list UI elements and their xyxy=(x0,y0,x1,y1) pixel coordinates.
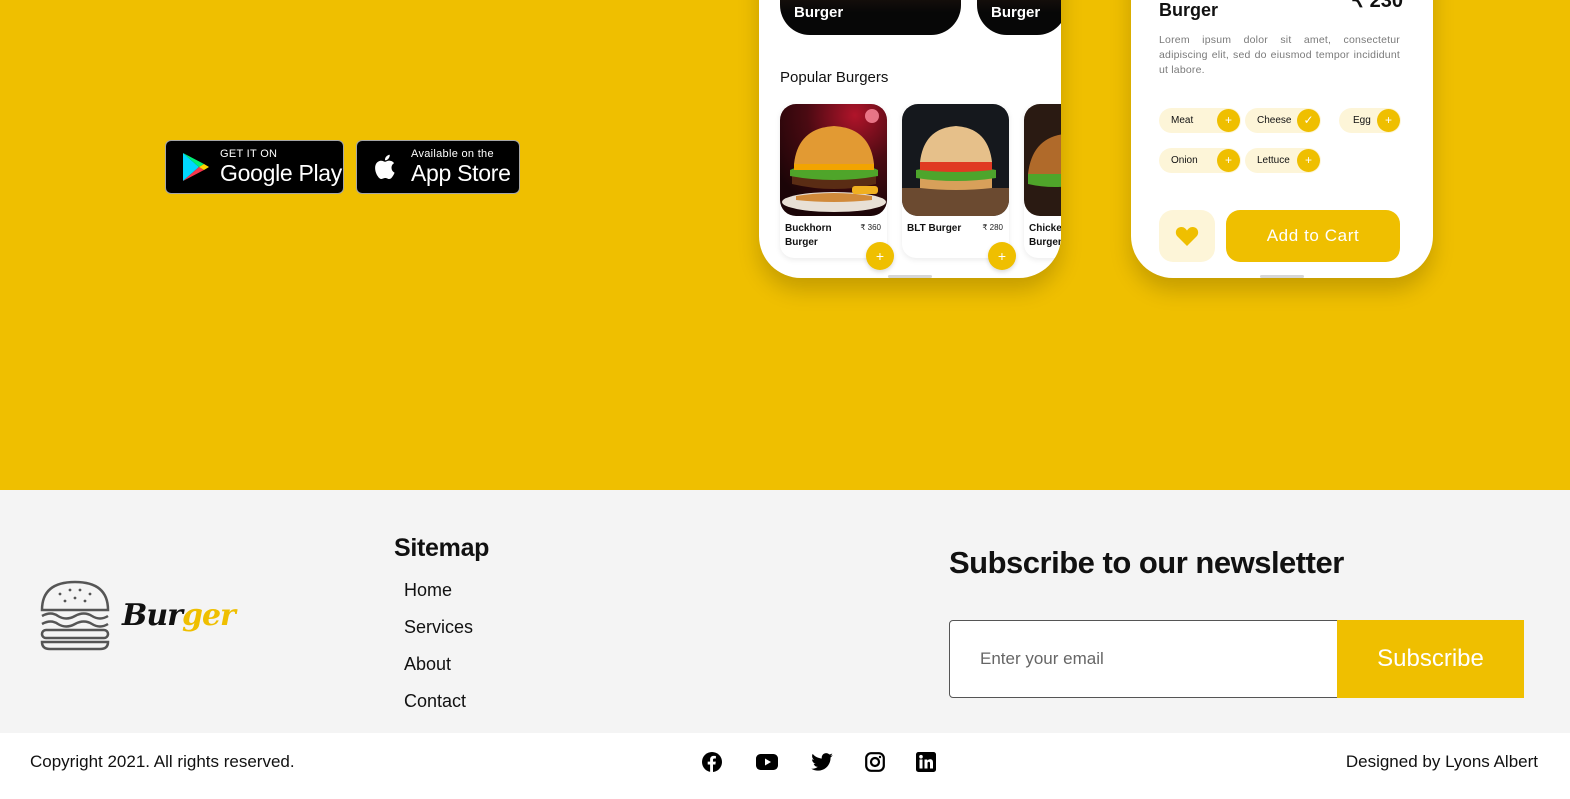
instagram-icon[interactable] xyxy=(863,750,887,774)
twitter-icon[interactable] xyxy=(810,750,834,774)
heart-icon xyxy=(1175,226,1199,246)
ingredient-chip-cheese[interactable]: Cheese ✓ xyxy=(1245,108,1321,133)
burger-photo xyxy=(1024,104,1061,216)
favorite-button[interactable] xyxy=(1159,210,1215,262)
add-ingredient-button[interactable]: + xyxy=(1217,109,1240,132)
product-title: Burger xyxy=(1159,0,1219,20)
designer-credit: Designed by Lyons Albert xyxy=(1345,752,1538,771)
facebook-icon[interactable] xyxy=(700,750,724,774)
ingredient-label: Lettuce xyxy=(1257,155,1290,166)
burger-icon xyxy=(40,580,110,651)
add-ingredient-button[interactable]: + xyxy=(1217,149,1240,172)
email-field[interactable] xyxy=(949,620,1338,698)
food-name: Chicken Burger xyxy=(1029,223,1061,248)
apple-badge-big-text: App Store xyxy=(411,160,511,186)
category-card[interactable]: Burger xyxy=(977,0,1061,35)
apple-badge-small-text: Available on the xyxy=(411,148,494,160)
ingredient-chip-meat[interactable]: Meat + xyxy=(1159,108,1241,133)
add-ingredient-button[interactable]: + xyxy=(1377,109,1400,132)
sitemap-link-home[interactable]: Home xyxy=(404,580,452,601)
youtube-icon[interactable] xyxy=(755,750,779,774)
burger-photo xyxy=(780,104,887,216)
food-price: ₹ 360 xyxy=(860,223,881,232)
brand-logo[interactable]: Burger xyxy=(38,578,236,652)
google-play-badge[interactable]: GET IT ON Google Play xyxy=(165,140,344,194)
burger-photo xyxy=(902,104,1009,216)
sitemap-link-services[interactable]: Services xyxy=(404,617,473,638)
food-card[interactable]: BLT Burger ₹ 280 + xyxy=(902,104,1016,270)
add-item-button[interactable]: + xyxy=(866,242,894,270)
brand-word-black: Bur xyxy=(122,597,183,633)
food-card[interactable]: Buckhorn Burger ₹ 360 + xyxy=(780,104,894,270)
footer: Burger Sitemap Home Services About Conta… xyxy=(0,490,1570,733)
ingredient-label: Onion xyxy=(1171,155,1198,166)
category-card[interactable]: Burger xyxy=(780,0,961,35)
popular-burgers-heading: Popular Burgers xyxy=(780,69,889,86)
ingredient-chip-egg[interactable]: Egg + xyxy=(1339,108,1401,133)
ingredient-label: Cheese xyxy=(1257,115,1292,126)
ingredient-chip-onion[interactable]: Onion + xyxy=(1159,148,1241,173)
sitemap-link-about[interactable]: About xyxy=(404,654,451,675)
phone-home-indicator xyxy=(1260,275,1304,278)
copyright-text: Copyright 2021. All rights reserved. xyxy=(30,752,295,771)
product-description: Lorem ipsum dolor sit amet, consectetur … xyxy=(1159,34,1400,76)
apple-icon xyxy=(375,154,395,180)
subscribe-button[interactable]: Subscribe xyxy=(1337,620,1524,698)
app-promo-section: GET IT ON Google Play Available on the A… xyxy=(0,0,1570,490)
add-to-cart-button[interactable]: Add to Cart xyxy=(1226,210,1400,262)
food-name: Buckhorn Burger xyxy=(785,223,832,248)
brand-wordmark: Burger xyxy=(122,597,236,633)
category-label: Burger xyxy=(794,4,844,21)
phone-mockup-detail: Burger ₹ 230 Lorem ipsum dolor sit amet,… xyxy=(1131,0,1433,278)
sitemap-link-contact[interactable]: Contact xyxy=(404,691,466,712)
phone-mockup-menu: Burger Burger Popular Burgers Buckhorn B… xyxy=(759,0,1061,278)
bottom-bar: Copyright 2021. All rights reserved. Des… xyxy=(0,733,1570,799)
ingredient-label: Egg xyxy=(1353,115,1371,126)
food-price: ₹ 280 xyxy=(982,223,1003,232)
app-store-badge[interactable]: Available on the App Store xyxy=(356,140,520,194)
phone-home-indicator xyxy=(888,275,932,278)
check-icon[interactable]: ✓ xyxy=(1297,109,1320,132)
food-card[interactable]: Chicken Burger xyxy=(1024,104,1061,258)
category-label: Burger xyxy=(991,4,1041,21)
add-item-button[interactable]: + xyxy=(988,242,1016,270)
google-badge-small-text: GET IT ON xyxy=(220,148,278,160)
brand-word-yellow: ger xyxy=(181,597,236,633)
sitemap-heading: Sitemap xyxy=(394,534,490,562)
product-price: ₹ 230 xyxy=(1351,0,1403,12)
google-badge-big-text: Google Play xyxy=(220,160,342,186)
google-play-icon xyxy=(183,153,209,181)
newsletter-heading: Subscribe to our newsletter xyxy=(949,545,1344,580)
linkedin-icon[interactable] xyxy=(914,750,938,774)
ingredient-chip-lettuce[interactable]: Lettuce + xyxy=(1245,148,1321,173)
food-name: BLT Burger xyxy=(907,223,962,234)
add-ingredient-button[interactable]: + xyxy=(1297,149,1320,172)
ingredient-label: Meat xyxy=(1171,115,1194,126)
